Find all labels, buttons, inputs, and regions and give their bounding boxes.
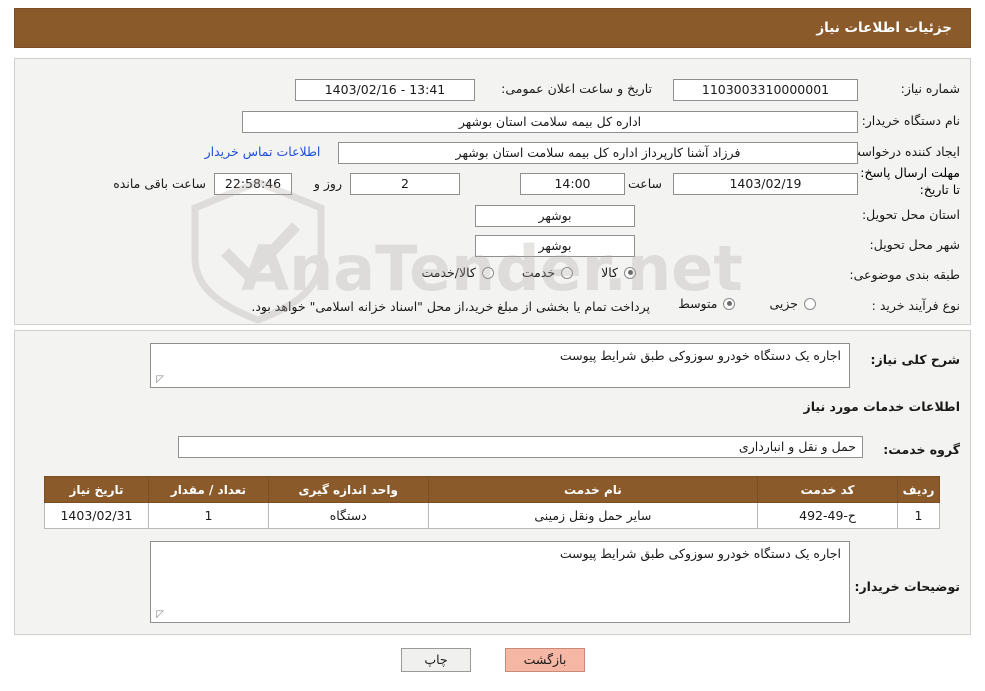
buyer-org-value: اداره کل بیمه سلامت استان بوشهر bbox=[242, 111, 858, 133]
general-need-label-wrap: شرح کلی نیاز: bbox=[871, 349, 960, 368]
city-label: شهر محل تحویل: bbox=[869, 237, 960, 252]
cell-unit: دستگاه bbox=[267, 502, 429, 529]
requester-label: ایجاد کننده درخواست: bbox=[844, 144, 960, 159]
requester-label-wrap: ایجاد کننده درخواست: bbox=[845, 144, 960, 159]
buyer-org-label-wrap: نام دستگاه خریدار: bbox=[862, 113, 960, 128]
radio-category-kala[interactable] bbox=[624, 266, 636, 279]
remaining-days-label: روز و bbox=[313, 176, 342, 191]
radio-category-khedmat[interactable] bbox=[561, 266, 574, 279]
resize-grip-icon[interactable]: ◸ bbox=[154, 375, 164, 385]
general-need-textarea[interactable]: اجاره یک دستگاه خودرو سوزوکی طبق شرایط پ… bbox=[150, 343, 850, 388]
announce-datetime-label: تاریخ و ساعت اعلان عمومی: bbox=[501, 81, 652, 96]
service-group-label: گروه خدمت: bbox=[883, 442, 960, 457]
page-header: جزئیات اطلاعات نیاز bbox=[14, 8, 971, 48]
th-code: کد خدمت bbox=[757, 476, 899, 503]
back-button[interactable]: بازگشت bbox=[505, 648, 585, 672]
th-row: ردیف bbox=[897, 476, 940, 503]
province-label: استان محل تحویل: bbox=[861, 207, 960, 222]
payment-note: پرداخت تمام یا بخشی از مبلغ خرید،از محل … bbox=[251, 299, 650, 314]
table-row: 1 ح-49-492 سایر حمل ونقل زمینی دستگاه 1 … bbox=[44, 502, 940, 529]
need-number-row: شماره نیاز: bbox=[901, 81, 960, 96]
services-info-title: اطلاعات خدمات مورد نیاز bbox=[803, 399, 961, 414]
radio-process-motavaset-label: متوسط bbox=[678, 296, 718, 311]
deadline-hour-label: ساعت bbox=[627, 176, 662, 191]
deadline-date-value: 1403/02/19 bbox=[673, 173, 858, 195]
table-header-row: ردیف کد خدمت نام خدمت واحد اندازه گیری ت… bbox=[44, 476, 940, 503]
radio-process-jozei[interactable] bbox=[804, 297, 816, 310]
category-radio-group: کالا خدمت کالا/خدمت bbox=[419, 265, 640, 280]
remaining-time-value: 22:58:46 bbox=[214, 173, 292, 195]
radio-category-kala-khedmat[interactable] bbox=[481, 266, 494, 279]
radio-category-kala-label: کالا bbox=[601, 265, 618, 280]
process-label-wrap: نوع فرآیند خرید : bbox=[872, 298, 960, 313]
cell-code: ح-49-492 bbox=[757, 502, 899, 529]
announce-datetime-value: 13:41 - 1403/02/16 bbox=[295, 79, 475, 101]
deadline-hour-value: 14:00 bbox=[520, 173, 625, 195]
city-label-wrap: شهر محل تحویل: bbox=[870, 237, 960, 252]
th-name: نام خدمت bbox=[427, 476, 759, 503]
buyer-notes-value: اجاره یک دستگاه خودرو سوزوکی طبق شرایط پ… bbox=[559, 546, 841, 561]
remaining-days-value: 2 bbox=[350, 173, 460, 195]
buyer-contact-link[interactable]: اطلاعات تماس خریدار bbox=[195, 142, 330, 164]
deadline-label: مهلت ارسال پاسخ: تا تاریخ: bbox=[860, 165, 960, 197]
buyer-notes-label: توضیحات خریدار: bbox=[854, 579, 960, 594]
city-value: بوشهر bbox=[475, 235, 635, 257]
process-label: نوع فرآیند خرید : bbox=[871, 298, 960, 313]
need-info-panel: شماره نیاز: 1103003310000001 تاریخ و ساع… bbox=[14, 58, 971, 325]
province-label-wrap: استان محل تحویل: bbox=[862, 207, 960, 222]
cell-name: سایر حمل ونقل زمینی bbox=[427, 502, 759, 529]
print-button[interactable]: چاپ bbox=[401, 648, 471, 672]
announce-datetime-label-wrap: تاریخ و ساعت اعلان عمومی: bbox=[501, 81, 652, 96]
process-radio-group: جزیی متوسط bbox=[676, 296, 820, 311]
page-root: جزئیات اطلاعات نیاز شماره نیاز: 11030033… bbox=[0, 0, 985, 691]
services-table: ردیف کد خدمت نام خدمت واحد اندازه گیری ت… bbox=[44, 476, 940, 529]
need-description-panel: شرح کلی نیاز: اجاره یک دستگاه خودرو سوزو… bbox=[14, 330, 971, 635]
buyer-org-label: نام دستگاه خریدار: bbox=[861, 113, 960, 128]
cell-qty: 1 bbox=[147, 502, 269, 529]
buyer-notes-label-wrap: توضیحات خریدار: bbox=[854, 576, 960, 595]
buyer-notes-textarea[interactable]: اجاره یک دستگاه خودرو سوزوکی طبق شرایط پ… bbox=[150, 541, 850, 623]
th-unit: واحد اندازه گیری bbox=[267, 476, 429, 503]
service-group-label-wrap: گروه خدمت: bbox=[883, 439, 960, 458]
page-title: جزئیات اطلاعات نیاز bbox=[816, 20, 952, 36]
general-need-label: شرح کلی نیاز: bbox=[870, 352, 960, 367]
province-value: بوشهر bbox=[475, 205, 635, 227]
th-date: تاریخ نیاز bbox=[44, 476, 149, 503]
radio-process-jozei-label: جزیی bbox=[769, 296, 798, 311]
cell-row: 1 bbox=[897, 502, 940, 529]
requester-value: فرزاد آشنا کارپرداز اداره کل بیمه سلامت … bbox=[338, 142, 858, 164]
radio-category-khedmat-label: خدمت bbox=[521, 265, 556, 280]
th-qty: تعداد / مقدار bbox=[147, 476, 269, 503]
cell-date: 1403/02/31 bbox=[44, 502, 149, 529]
category-label: طبقه بندی موضوعی: bbox=[849, 267, 960, 282]
service-group-value: حمل و نقل و انبارداری bbox=[178, 436, 863, 458]
services-info-title-wrap: اطلاعات خدمات مورد نیاز bbox=[804, 396, 961, 415]
need-number-value: 1103003310000001 bbox=[673, 79, 858, 101]
radio-process-motavaset[interactable] bbox=[723, 297, 736, 310]
general-need-value: اجاره یک دستگاه خودرو سوزوکی طبق شرایط پ… bbox=[559, 348, 841, 363]
resize-grip-icon-notes[interactable]: ◸ bbox=[154, 610, 164, 620]
radio-category-kala-khedmat-label: کالا/خدمت bbox=[421, 265, 476, 280]
need-number-label: شماره نیاز: bbox=[900, 81, 960, 96]
category-label-wrap: طبقه بندی موضوعی: bbox=[849, 267, 960, 282]
remaining-suffix-label: ساعت باقی مانده bbox=[113, 176, 206, 191]
